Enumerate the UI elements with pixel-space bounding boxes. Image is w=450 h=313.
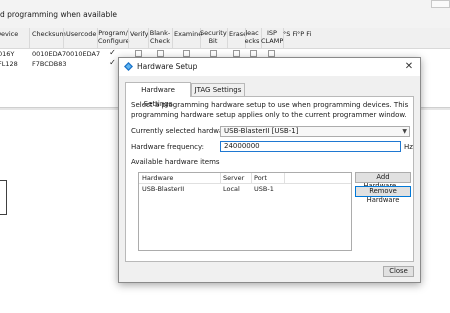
current-hardware-value: USB-BlasterII [USB-1]	[224, 127, 299, 135]
current-hardware-select[interactable]: USB-BlasterII [USB-1] ▼	[220, 126, 410, 137]
hardware-table-header: Hardware Server Port	[139, 173, 351, 184]
close-icon[interactable]: ✕	[402, 60, 416, 74]
program-checkbox[interactable]: ✓	[109, 59, 116, 67]
tab-hardware-settings[interactable]: Hardware Settings	[125, 82, 191, 108]
column-examine[interactable]: Examine	[174, 30, 202, 38]
background-scroll-control[interactable]	[431, 0, 450, 8]
blank-checks-checkbox[interactable]	[250, 50, 257, 57]
setup-description: Select a programming hardware setup to u…	[131, 101, 409, 119]
column-usercode[interactable]: Usercode	[66, 30, 96, 38]
row-device: 016Y	[0, 50, 15, 58]
programmer-toolbar-area: d programming when available	[0, 0, 450, 30]
column-server[interactable]: Server	[223, 174, 244, 182]
current-hardware-label: Currently selected hardware:	[131, 127, 233, 135]
column-security-bit[interactable]: Security Bit	[200, 29, 227, 45]
hardware-settings-panel: Select a programming hardware setup to u…	[125, 96, 414, 262]
erase-checkbox[interactable]	[233, 50, 240, 57]
device-table-header: Device Checksum Usercode Program/ Config…	[0, 28, 450, 49]
dialog-title: Hardware Setup	[137, 62, 198, 71]
hardware-items-table[interactable]: Hardware Server Port USB-BlasterII Local…	[138, 172, 352, 251]
column-checksum[interactable]: Checksum	[32, 30, 66, 38]
row-device: FL128	[0, 60, 18, 68]
chevron-down-icon: ▼	[402, 128, 407, 135]
hardware-name-cell: USB-BlasterII	[142, 185, 185, 193]
row-checksum: 0010EDA7	[32, 50, 67, 58]
frequency-unit: Hz	[404, 143, 413, 151]
column-device[interactable]: Device	[0, 30, 18, 38]
examine-checkbox[interactable]	[183, 50, 190, 57]
frequency-label: Hardware frequency:	[131, 143, 204, 151]
hardware-setup-dialog: Hardware Setup ✕ Hardware Settings JTAG …	[118, 57, 421, 283]
quartus-app-icon	[124, 62, 133, 71]
chain-diagram-device-box	[0, 180, 7, 215]
column-hardware[interactable]: Hardware	[142, 174, 173, 182]
column-blank-checks-truncated[interactable]: leac ecks	[244, 29, 260, 45]
verify-checkbox[interactable]	[135, 50, 142, 57]
close-button[interactable]: Close	[383, 266, 414, 277]
add-hardware-button[interactable]: Add Hardware...	[355, 172, 411, 190]
tab-jtag-settings[interactable]: JTAG Settings	[191, 83, 245, 96]
column-port[interactable]: Port	[254, 174, 267, 182]
hardware-port-cell: USB-1	[254, 185, 274, 193]
remove-hardware-button[interactable]: Remove Hardware	[355, 186, 411, 204]
row-usercode: 0010EDA7	[66, 50, 101, 58]
isp-clamp-checkbox[interactable]	[268, 50, 275, 57]
frequency-input[interactable]: 24000000	[220, 141, 401, 152]
parallel-programming-option-label: d programming when available	[0, 10, 117, 19]
column-pfi-truncated[interactable]: °S Fi	[283, 30, 298, 38]
column-blank-check[interactable]: Blank- Check	[149, 29, 171, 45]
hardware-server-cell: Local	[223, 185, 240, 193]
available-hardware-label: Available hardware items	[131, 158, 220, 166]
column-verify[interactable]: Verify	[130, 30, 148, 38]
column-program-configure[interactable]: Program/ Configure	[98, 29, 130, 45]
dialog-titlebar[interactable]: Hardware Setup ✕	[119, 58, 420, 76]
frequency-value: 24000000	[224, 142, 260, 150]
program-checkbox[interactable]: ✓	[109, 49, 116, 57]
column-isp-clamp[interactable]: ISP CLAMP	[261, 29, 283, 45]
table-row[interactable]: USB-BlasterII Local USB-1	[139, 185, 351, 195]
column-pfi2-truncated[interactable]: °P Fi	[297, 30, 311, 38]
security-bit-checkbox[interactable]	[210, 50, 217, 57]
blank-check-checkbox[interactable]	[157, 50, 164, 57]
row-checksum: F7BCDB83	[32, 60, 67, 68]
